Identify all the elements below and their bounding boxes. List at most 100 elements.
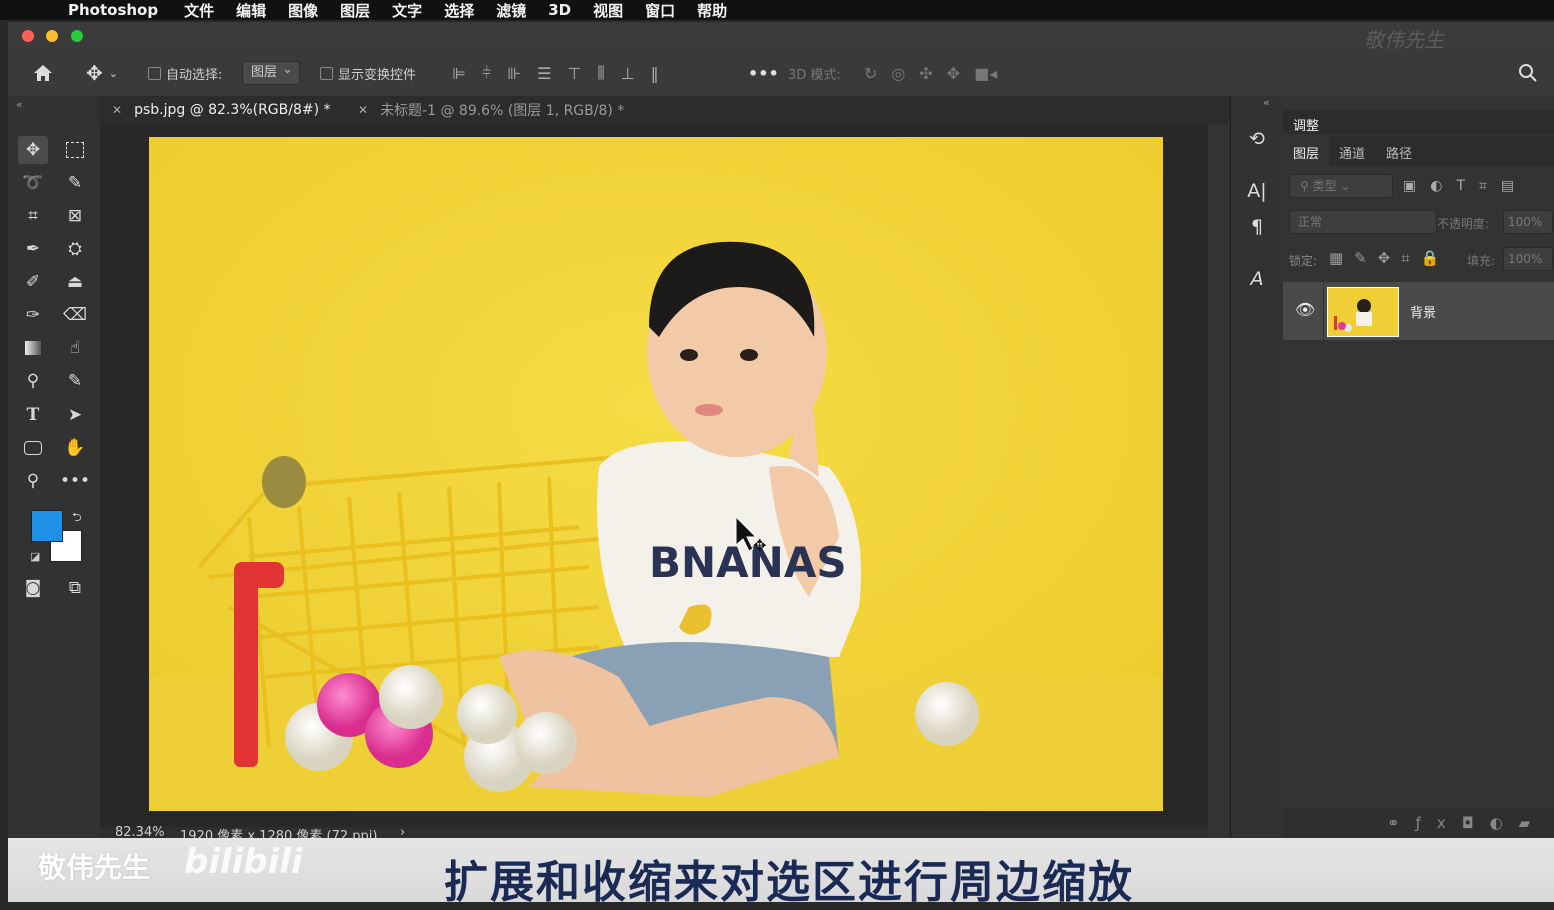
vertical-scrollbar[interactable] (1208, 124, 1230, 839)
gradient-tool-icon[interactable] (18, 334, 48, 362)
swap-colors-icon[interactable]: ⮌ (72, 508, 82, 529)
history-brush-icon[interactable]: ✑ (18, 301, 48, 329)
align-center-icon[interactable]: ⫩ (482, 63, 491, 83)
menu-view[interactable]: 视图 (593, 0, 623, 21)
eraser-tool-icon[interactable]: ⌫ (60, 301, 90, 329)
svg-text:✥: ✥ (753, 536, 766, 555)
lock-icons[interactable]: ▦✎✥⌗🔒 (1329, 249, 1450, 267)
bilibili-logo: bilibili (184, 842, 303, 882)
lock-label: 锁定: (1289, 254, 1318, 268)
zoom-window-button[interactable] (71, 30, 83, 42)
show-transform-checkbox[interactable]: 显示变换控件 (320, 50, 416, 96)
blend-mode-select[interactable]: 正常 (1289, 210, 1437, 234)
layer-row[interactable]: 👁 背景 (1283, 282, 1554, 340)
frame-tool-icon[interactable]: ⊠ (60, 202, 90, 230)
menu-help[interactable]: 帮助 (697, 0, 727, 21)
eyedropper-tool-icon[interactable]: ✒ (18, 235, 48, 263)
hand-tool-icon[interactable]: ✋ (60, 434, 90, 462)
3d-orbit-icon[interactable]: ↻ (864, 64, 877, 83)
shape-tool-icon[interactable] (18, 434, 48, 462)
align-middle-icon[interactable]: ⫼ (597, 63, 604, 83)
stamp-tool-icon[interactable]: ⏏ (60, 268, 90, 296)
menu-select[interactable]: 选择 (444, 0, 474, 21)
patch-tool-icon[interactable]: ⛭ (60, 235, 90, 263)
3d-slide-icon[interactable]: ✥ (947, 64, 960, 83)
search-icon[interactable] (1518, 50, 1538, 96)
document-image[interactable]: BNANAS ✥ (149, 137, 1163, 811)
tab-layers[interactable]: 图层 (1293, 143, 1319, 162)
layer-thumbnail (1327, 287, 1399, 337)
character-panel-icon[interactable]: A| (1245, 180, 1269, 208)
align-buttons: ⊫ ⫩ ⊪ ☰ ⊤ ⫼ ⊥ ‖ (452, 50, 659, 96)
menu-3d[interactable]: 3D (548, 1, 571, 19)
auto-select-label: 自动选择: (166, 67, 223, 83)
align-top-icon[interactable]: ⊤ (567, 64, 581, 83)
smudge-tool-icon[interactable]: ☝ (60, 334, 90, 362)
default-colors-icon[interactable]: ◪ (30, 550, 40, 563)
lasso-tool-icon[interactable]: ➰ (18, 169, 48, 197)
collapse-toolbar-icon[interactable]: « (16, 98, 23, 111)
align-left-icon[interactable]: ⊫ (452, 64, 466, 83)
filter-icons[interactable]: ▣◐T⌗▤ (1403, 178, 1528, 194)
zoom-tool-icon[interactable]: ⚲ (18, 467, 48, 495)
more-options-button[interactable]: ••• (748, 50, 779, 96)
dodge-tool-icon[interactable]: ⚲ (18, 367, 48, 395)
menu-layer[interactable]: 图层 (340, 0, 370, 21)
tab-psb[interactable]: ✕ psb.jpg @ 82.3%(RGB/8#) * (112, 96, 331, 124)
close-window-button[interactable] (22, 30, 34, 42)
tab-paths[interactable]: 路径 (1386, 143, 1412, 162)
layer-actions-icons[interactable]: ⚭ƒx◘◐▰ (1387, 814, 1546, 832)
brush-tool-icon[interactable]: ✐ (18, 268, 48, 296)
opacity-input[interactable]: 100% (1503, 210, 1553, 234)
menu-file[interactable]: 文件 (184, 0, 214, 21)
auto-select-value[interactable]: 图层 (242, 59, 301, 85)
visibility-eye-icon[interactable]: 👁 (1295, 300, 1315, 319)
menu-window[interactable]: 窗口 (645, 0, 675, 21)
3d-camera-icon[interactable]: ■◂ (974, 64, 997, 83)
video-subtitle-band: 敬伟先生 bilibili 扩展和收缩来对选区进行周边缩放 (8, 838, 1554, 908)
close-tab-icon[interactable]: ✕ (358, 103, 368, 117)
crop-tool-icon[interactable]: ⌗ (18, 202, 48, 230)
paragraph-panel-icon[interactable]: ¶ (1245, 216, 1269, 244)
close-tab-icon[interactable]: ✕ (112, 103, 122, 117)
minimize-window-button[interactable] (46, 30, 58, 42)
layer-name[interactable]: 背景 (1410, 302, 1436, 321)
auto-select-checkbox[interactable]: 自动选择: (148, 50, 222, 96)
fill-input[interactable]: 100% (1503, 247, 1553, 271)
pen-tool-icon[interactable]: ✎ (60, 367, 90, 395)
tab-adjustments[interactable]: 调整 (1293, 115, 1319, 134)
channel-brand: 敬伟先生 (38, 851, 151, 884)
menu-edit[interactable]: 编辑 (236, 0, 266, 21)
path-selection-icon[interactable]: ➤ (60, 401, 90, 429)
menu-app-name[interactable]: Photoshop (68, 1, 158, 19)
tab-untitled[interactable]: ✕ 未标题-1 @ 89.6% (图层 1, RGB/8) * (358, 96, 624, 124)
glyphs-panel-icon[interactable]: A (1245, 268, 1269, 296)
3d-roll-icon[interactable]: ◎ (891, 64, 905, 83)
marquee-tool-icon[interactable] (60, 136, 90, 164)
quick-selection-tool-icon[interactable]: ✎ (60, 169, 90, 197)
screen-mode-icon[interactable]: ⧉ (60, 574, 90, 602)
collapse-panels-icon[interactable]: « (1263, 96, 1270, 109)
apple-icon[interactable] (34, 3, 54, 17)
align-right-icon[interactable]: ⊪ (507, 64, 521, 83)
3d-pan-icon[interactable]: ✣ (919, 64, 932, 83)
history-panel-icon[interactable]: ⟲ (1245, 128, 1269, 156)
move-tool-icon[interactable]: ✥ (18, 136, 48, 164)
menu-type[interactable]: 文字 (392, 0, 422, 21)
menu-image[interactable]: 图像 (288, 0, 318, 21)
align-bottom-icon[interactable]: ⊥ (621, 64, 635, 83)
move-tool-preset-icon[interactable]: ✥ ⌄ (86, 50, 118, 96)
menu-filter[interactable]: 滤镜 (496, 0, 526, 21)
home-icon[interactable] (32, 50, 54, 96)
type-tool-icon[interactable]: T (18, 401, 48, 429)
layer-filter-select[interactable]: ⚲ 类型 ⌄ (1289, 174, 1393, 198)
tab-channels[interactable]: 通道 (1339, 143, 1365, 162)
distribute-icon[interactable]: ☰ (537, 64, 551, 83)
quick-mask-icon[interactable]: ◙ (18, 574, 48, 602)
foreground-color-swatch[interactable] (31, 510, 63, 542)
auto-select-dropdown[interactable]: 图层 (242, 50, 301, 96)
distribute-vertical-icon[interactable]: ‖ (651, 64, 659, 83)
more-tools-icon[interactable]: ••• (60, 467, 90, 495)
3d-mode-buttons: ↻ ◎ ✣ ✥ ■◂ (864, 50, 997, 96)
blend-mode-value: 正常 (1298, 215, 1323, 229)
